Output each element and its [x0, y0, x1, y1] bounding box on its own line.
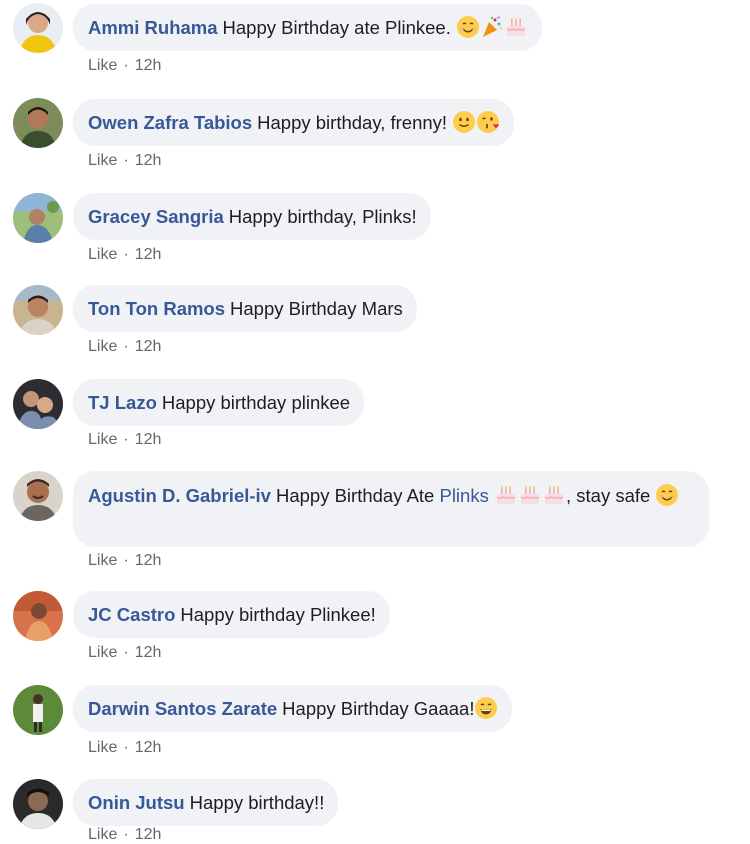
- comment-text: Happy birthday Plinkee!: [180, 604, 376, 625]
- comment-meta: Like · 12h: [88, 338, 161, 356]
- comment-time[interactable]: 12h: [135, 739, 162, 756]
- separator-dot: ·: [123, 431, 129, 448]
- separator-dot: ·: [123, 739, 129, 756]
- avatar[interactable]: [13, 98, 63, 148]
- grinning-face-icon: [474, 696, 498, 720]
- comment-author[interactable]: Owen Zafra Tabios: [88, 112, 252, 133]
- smiling-face-icon: [456, 15, 480, 39]
- mention-link[interactable]: Plinks: [439, 485, 488, 506]
- avatar[interactable]: [13, 779, 63, 829]
- separator-dot: ·: [123, 644, 129, 661]
- comment-bubble: TJ Lazo Happy birthday plinkee: [73, 379, 365, 426]
- comment-text: Happy birthday, frenny!: [257, 112, 448, 133]
- comment-meta: Like · 12h: [88, 552, 161, 570]
- avatar[interactable]: [13, 379, 63, 429]
- comment-time[interactable]: 12h: [135, 338, 162, 355]
- comment-text: Happy Birthday ate Plinkee.: [222, 17, 451, 38]
- slightly-smiling-face-icon: [452, 110, 476, 134]
- comment-time[interactable]: 12h: [135, 246, 162, 263]
- comment-author[interactable]: Onin Jutsu: [88, 792, 185, 813]
- comment-text: Happy birthday!!: [189, 792, 325, 813]
- comment-text: Happy Birthday Mars: [230, 298, 403, 319]
- comment-meta: Like · 12h: [88, 57, 161, 75]
- comment-text: Happy Birthday Ate: [275, 485, 435, 506]
- birthday-cake-icon: [494, 483, 518, 507]
- comment-author[interactable]: Darwin Santos Zarate: [88, 698, 277, 719]
- like-link[interactable]: Like: [88, 644, 117, 661]
- birthday-cake-icon: [518, 483, 542, 507]
- comment-author[interactable]: Gracey Sangria: [88, 206, 224, 227]
- comment-bubble: JC Castro Happy birthday Plinkee!: [73, 591, 390, 638]
- comment-time[interactable]: 12h: [135, 57, 162, 74]
- avatar[interactable]: [13, 3, 63, 53]
- separator-dot: ·: [123, 246, 129, 263]
- like-link[interactable]: Like: [88, 152, 117, 169]
- birthday-cake-icon: [542, 483, 566, 507]
- comment-author[interactable]: Ammi Ruhama: [88, 17, 218, 38]
- like-link[interactable]: Like: [88, 246, 117, 263]
- avatar[interactable]: [13, 685, 63, 735]
- like-link[interactable]: Like: [88, 431, 117, 448]
- comment-bubble: Onin Jutsu Happy birthday!!: [73, 779, 339, 826]
- separator-dot: ·: [123, 552, 129, 569]
- comment-meta: Like · 12h: [88, 152, 161, 170]
- party-popper-icon: [480, 15, 504, 39]
- separator-dot: ·: [123, 338, 129, 355]
- comment-meta: Like · 12h: [88, 739, 161, 757]
- like-link[interactable]: Like: [88, 338, 117, 355]
- smiling-face-icon: [655, 483, 679, 507]
- comment-bubble: Ton Ton Ramos Happy Birthday Mars: [73, 285, 417, 332]
- separator-dot: ·: [123, 152, 129, 169]
- comment-time[interactable]: 12h: [135, 431, 162, 448]
- comment-author[interactable]: Agustin D. Gabriel-iv: [88, 485, 271, 506]
- separator-dot: ·: [123, 57, 129, 74]
- comment-time[interactable]: 12h: [135, 552, 162, 569]
- avatar[interactable]: [13, 193, 63, 243]
- comment-meta: Like · 12h: [88, 431, 161, 449]
- comment-text: Happy Birthday Gaaaa!: [282, 698, 475, 719]
- comment-text: Happy birthday, Plinks!: [228, 206, 417, 227]
- comment-text: Happy birthday plinkee: [161, 392, 351, 413]
- comment-meta: Like · 12h: [88, 826, 161, 844]
- like-link[interactable]: Like: [88, 739, 117, 756]
- comment-meta: Like · 12h: [88, 246, 161, 264]
- comment-bubble: Gracey Sangria Happy birthday, Plinks!: [73, 193, 431, 240]
- comment-bubble: Darwin Santos Zarate Happy Birthday Gaaaa…: [73, 685, 513, 732]
- comment-bubble: Agustin D. Gabriel-iv Happy Birthday Ate …: [73, 471, 709, 547]
- birthday-cake-icon: [504, 15, 528, 39]
- comment-bubble: Ammi Ruhama Happy Birthday ate Plinkee.: [73, 4, 542, 51]
- avatar[interactable]: [13, 285, 63, 335]
- comment-bubble: Owen Zafra Tabios Happy birthday, frenny!: [73, 99, 515, 146]
- comment-author[interactable]: Ton Ton Ramos: [88, 298, 225, 319]
- comment-time[interactable]: 12h: [135, 152, 162, 169]
- comment-text-continued: , stay safe: [565, 485, 651, 506]
- like-link[interactable]: Like: [88, 57, 117, 74]
- comment-meta: Like · 12h: [88, 644, 161, 662]
- comment-author[interactable]: TJ Lazo: [88, 392, 157, 413]
- face-blowing-kiss-icon: [476, 110, 500, 134]
- avatar[interactable]: [13, 591, 63, 641]
- comment-author[interactable]: JC Castro: [88, 604, 175, 625]
- avatar[interactable]: [13, 471, 63, 521]
- like-link[interactable]: Like: [88, 552, 117, 569]
- comment-time[interactable]: 12h: [135, 644, 162, 661]
